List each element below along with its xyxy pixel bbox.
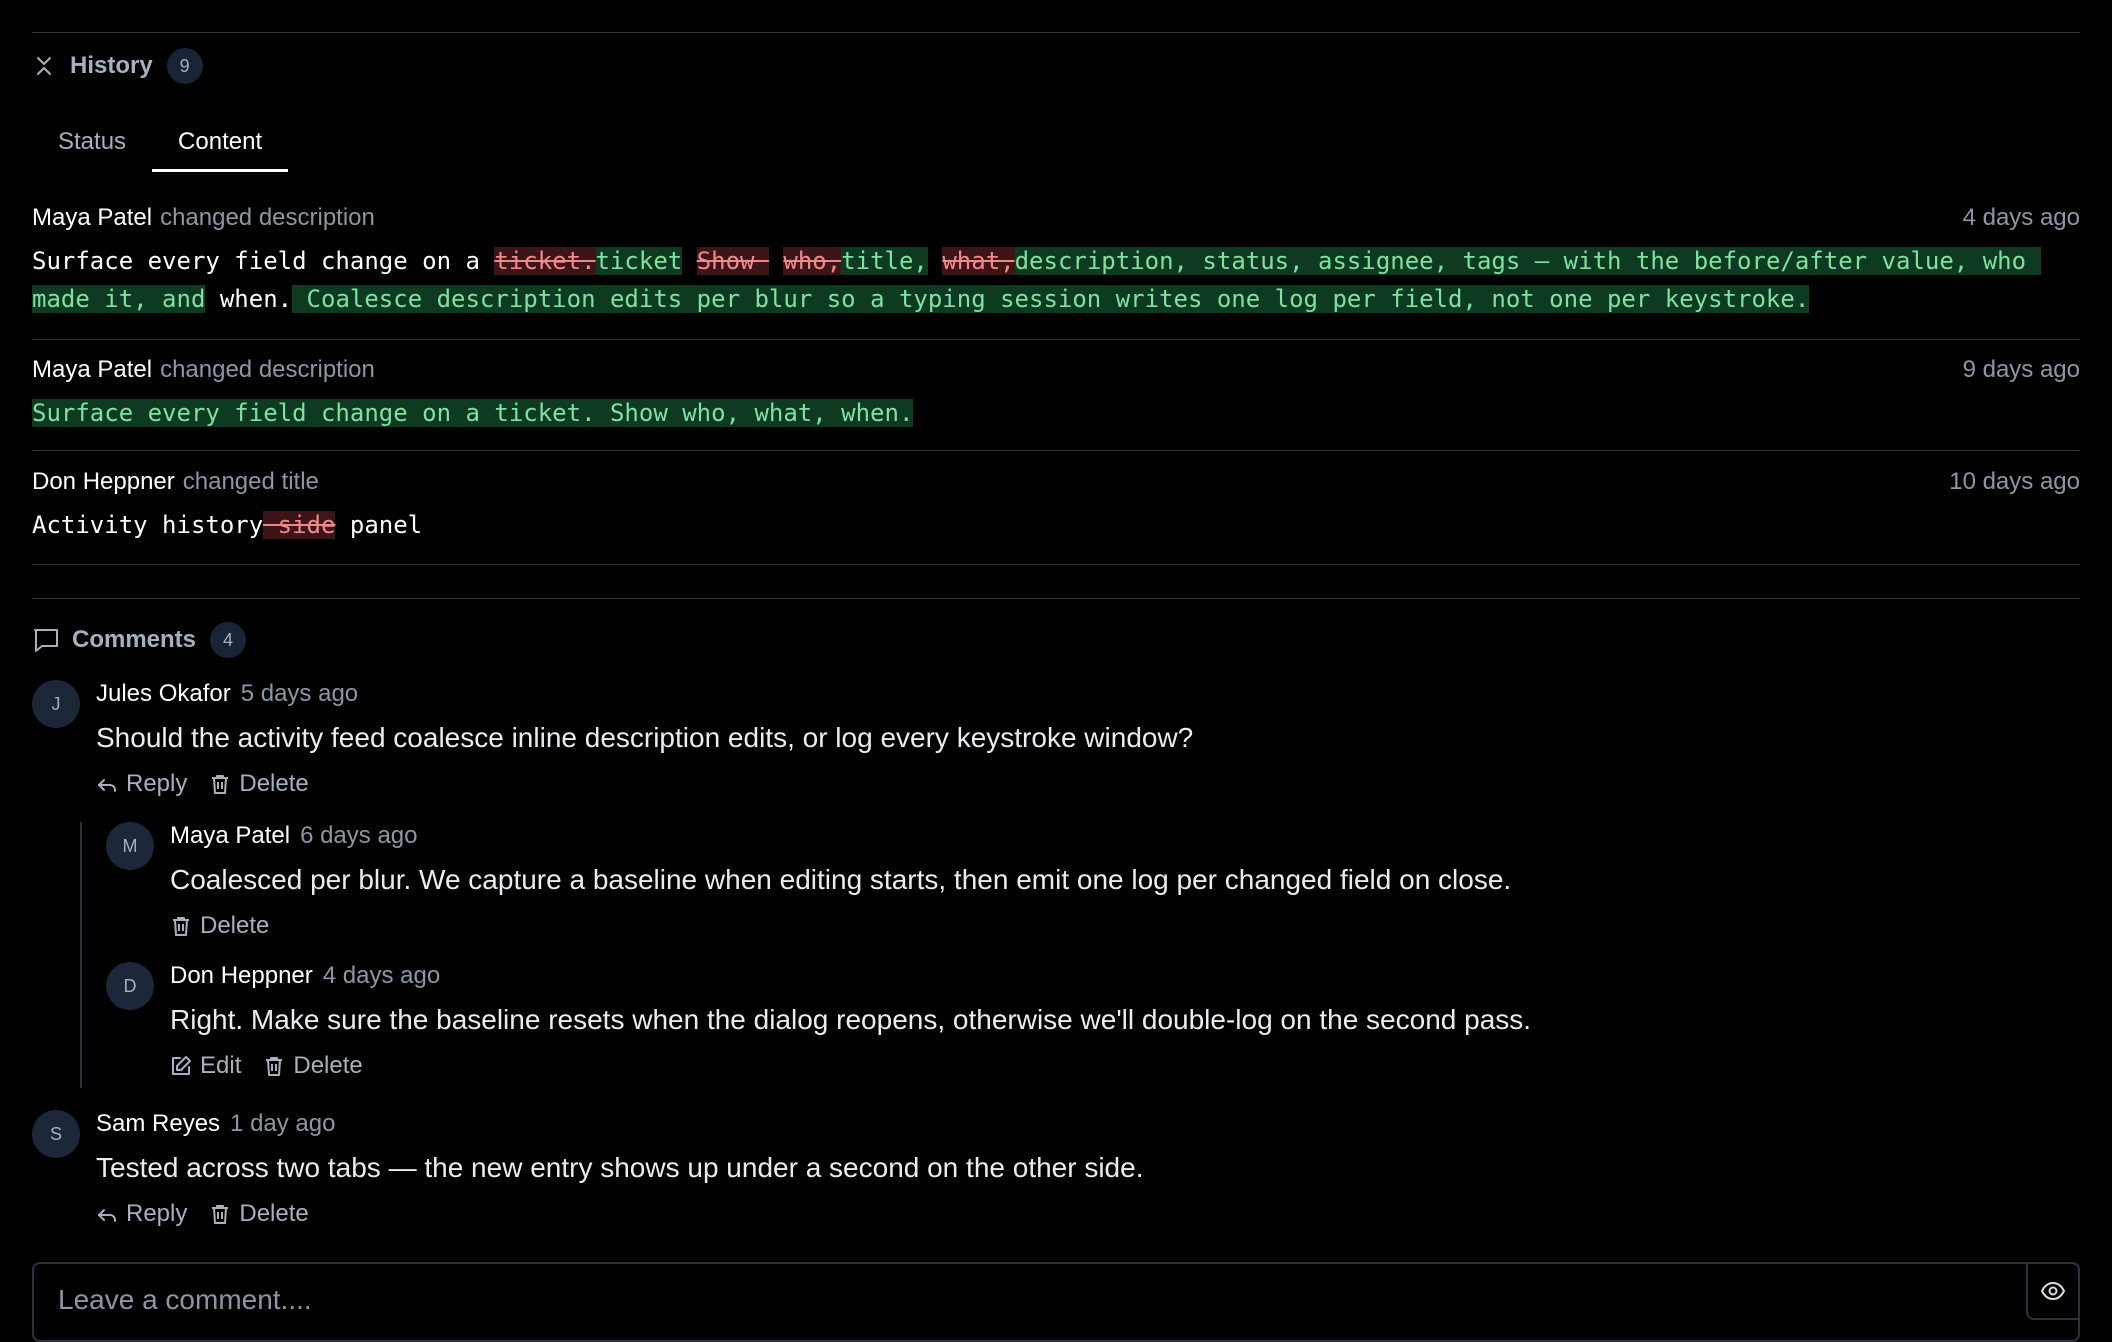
delete-button[interactable]: Delete bbox=[209, 770, 309, 798]
delete-label: Delete bbox=[239, 1200, 309, 1227]
entry-author: Maya Patel bbox=[32, 356, 153, 383]
comment-icon bbox=[32, 626, 60, 654]
entry-diff: Activity history side panel bbox=[32, 506, 2080, 544]
reply-icon bbox=[98, 1209, 116, 1222]
divider bbox=[32, 450, 2080, 451]
diff-deletion: who, bbox=[783, 247, 842, 275]
entry-action: changed title bbox=[182, 468, 319, 495]
diff-deletion: ticket. bbox=[494, 247, 596, 275]
entry-meta: Maya Patel changed description 9 days ago bbox=[32, 356, 2080, 384]
comment-text: Should the activity feed coalesce inline… bbox=[96, 722, 1194, 753]
comment-time: 5 days ago bbox=[240, 680, 359, 707]
history-header[interactable]: History 9 bbox=[32, 48, 203, 84]
delete-button[interactable]: Delete bbox=[209, 1200, 309, 1228]
entry-meta: Don Heppner changed title 10 days ago bbox=[32, 468, 2080, 496]
reply-button[interactable]: Reply bbox=[96, 770, 187, 798]
divider bbox=[32, 598, 2080, 599]
trash-icon bbox=[266, 1057, 283, 1076]
trash-icon bbox=[212, 1205, 229, 1224]
comment-text: Tested across two tabs — the new entry s… bbox=[96, 1152, 1144, 1183]
trash-icon bbox=[173, 917, 189, 936]
entry-diff: Surface every field change on a ticket.t… bbox=[32, 242, 2080, 318]
history-entry: Don Heppner changed title 10 days ago Act… bbox=[32, 468, 2080, 544]
divider bbox=[32, 32, 2080, 33]
divider bbox=[32, 339, 2080, 340]
tab-content[interactable]: Content bbox=[152, 112, 289, 172]
history-count-badge: 9 bbox=[166, 48, 203, 84]
entry-meta: Maya Patel changed description 4 days ago bbox=[32, 204, 2080, 232]
comment-time: 1 day ago bbox=[230, 1110, 336, 1137]
comment-composer bbox=[32, 1262, 2080, 1342]
history-entry: Maya Patel changed description 9 days ago… bbox=[32, 356, 2080, 432]
history-tabs: Status Content bbox=[32, 112, 289, 172]
reply-label: Reply bbox=[126, 1200, 188, 1227]
entry-author: Don Heppner bbox=[32, 468, 175, 495]
delete-label: Delete bbox=[200, 912, 270, 939]
tab-status[interactable]: Status bbox=[32, 112, 152, 172]
avatar: S bbox=[32, 1110, 80, 1158]
history-entry: Maya Patel changed description 4 days ago… bbox=[32, 204, 2080, 318]
divider bbox=[32, 564, 2080, 565]
comment-text: Right. Make sure the baseline resets whe… bbox=[170, 1004, 1532, 1035]
diff-unchanged: Surface every field change on a bbox=[32, 247, 495, 275]
activity-panel: History 9 Status Content Maya Patel chang… bbox=[32, 0, 2080, 1342]
comment-author: Sam Reyes bbox=[96, 1110, 221, 1137]
edit-icon bbox=[172, 1056, 191, 1075]
diff-insertion: Coalesce description edits per blur so a… bbox=[292, 285, 1810, 313]
comment-author: Maya Patel bbox=[170, 822, 291, 849]
entry-author: Maya Patel bbox=[32, 204, 153, 231]
comments-header: Comments 4 bbox=[32, 622, 247, 658]
avatar: D bbox=[106, 962, 154, 1010]
diff-insertion: title, bbox=[841, 247, 928, 275]
avatar: M bbox=[106, 822, 154, 870]
history-title: History bbox=[70, 52, 153, 79]
reply-button[interactable]: Reply bbox=[96, 1200, 187, 1228]
diff-deletion: what, bbox=[942, 247, 1015, 275]
diff-deletion: side bbox=[263, 511, 336, 539]
delete-label: Delete bbox=[239, 770, 309, 797]
entry-time: 10 days ago bbox=[1949, 468, 2080, 495]
comment-author: Jules Okafor bbox=[96, 680, 231, 707]
diff-unchanged: Activity history bbox=[32, 511, 264, 539]
delete-label: Delete bbox=[293, 1052, 363, 1079]
comment-time: 4 days ago bbox=[322, 962, 441, 989]
diff-deletion: Show bbox=[696, 247, 769, 275]
reply-icon bbox=[98, 779, 116, 792]
edit-button[interactable]: Edit bbox=[170, 1052, 241, 1080]
collapse-icon[interactable] bbox=[32, 54, 56, 78]
delete-button[interactable]: Delete bbox=[263, 1052, 363, 1080]
comment-author: Don Heppner bbox=[170, 962, 313, 989]
edit-label: Edit bbox=[200, 1052, 242, 1079]
entry-diff: Surface every field change on a ticket. … bbox=[32, 394, 2080, 432]
diff-unchanged bbox=[928, 247, 942, 275]
reply-label: Reply bbox=[126, 770, 188, 797]
entry-time: 4 days ago bbox=[1962, 204, 2080, 231]
diff-unchanged: when. bbox=[205, 285, 293, 313]
eye-icon bbox=[2040, 1281, 2066, 1301]
comments-title: Comments bbox=[72, 626, 197, 653]
entry-time: 9 days ago bbox=[1962, 356, 2080, 383]
diff-insertion: Surface every field change on a ticket. … bbox=[32, 399, 914, 427]
diff-unchanged bbox=[682, 247, 696, 275]
entry-action: changed description bbox=[160, 204, 375, 231]
diff-insertion: ticket bbox=[595, 247, 683, 275]
comments-count-badge: 4 bbox=[210, 622, 247, 658]
diff-unchanged: panel bbox=[335, 511, 423, 539]
comment-input[interactable] bbox=[58, 1284, 2018, 1316]
comment-time: 6 days ago bbox=[300, 822, 418, 849]
delete-button[interactable]: Delete bbox=[170, 912, 269, 940]
diff-unchanged bbox=[769, 247, 783, 275]
preview-toggle-button[interactable] bbox=[2026, 1262, 2080, 1320]
entry-action: changed description bbox=[160, 356, 375, 383]
comment-text: Coalesced per blur. We capture a baselin… bbox=[170, 864, 1512, 895]
trash-icon bbox=[212, 775, 229, 794]
thread-line bbox=[80, 822, 82, 1088]
avatar: J bbox=[32, 680, 80, 728]
